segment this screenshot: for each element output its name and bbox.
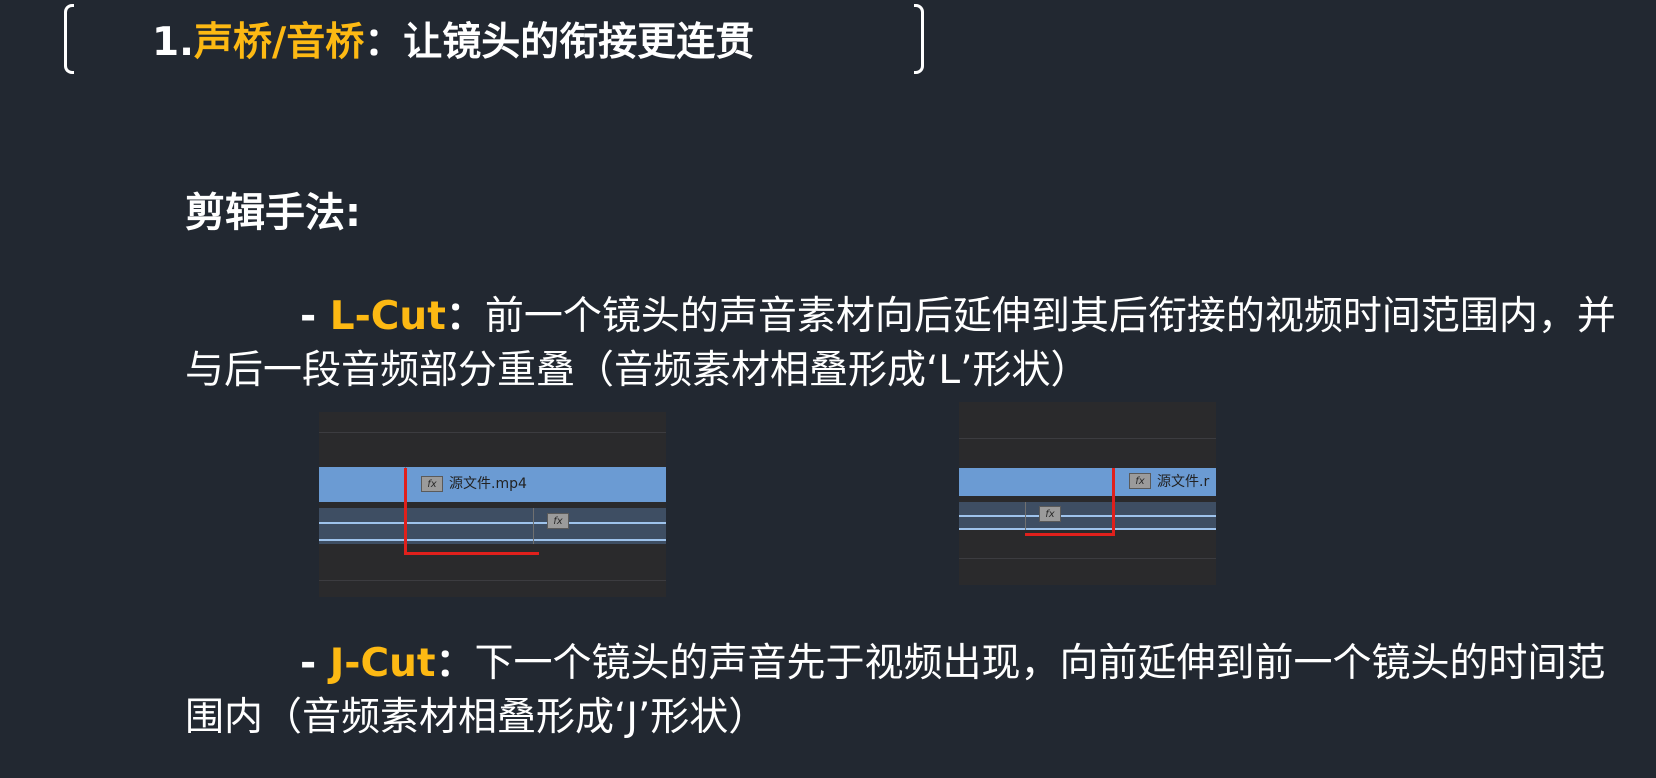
- video-clip[interactable]: fx 源文件.mp4: [319, 467, 666, 502]
- audio-waveform: [959, 528, 1216, 530]
- audio-waveform: [319, 539, 666, 541]
- audio-track[interactable]: [959, 502, 1216, 530]
- edit-marker-horizontal: [1025, 533, 1115, 536]
- title-banner: 1.声桥/音桥：让镜头的衔接更连贯: [64, 4, 924, 74]
- jcut-timeline-screenshot: fx 源文件.r fx: [959, 402, 1216, 585]
- jcut-name: J-Cut: [329, 641, 436, 686]
- fx-icon: fx: [1039, 506, 1061, 522]
- fx-icon: fx: [547, 513, 569, 529]
- lcut-dash: -: [300, 294, 330, 339]
- fx-icon: fx: [1129, 473, 1151, 489]
- lcut-colon: ：: [445, 294, 485, 339]
- audio-edit-point: [533, 508, 534, 544]
- jcut-colon: ：: [435, 641, 475, 686]
- video-clip[interactable]: fx 源文件.r: [959, 468, 1216, 496]
- fx-icon: fx: [421, 476, 443, 492]
- lcut-timeline-screenshot: fx 源文件.mp4 fx: [319, 412, 666, 597]
- track-divider: [319, 580, 666, 581]
- bracket-left: [64, 4, 74, 74]
- title-highlight: 声桥/音桥: [193, 20, 365, 65]
- clip-name: 源文件.mp4: [449, 476, 527, 492]
- audio-waveform: [319, 522, 666, 524]
- slide-title: 1.声桥/音桥：让镜头的衔接更连贯: [152, 11, 754, 67]
- jcut-dash: -: [300, 641, 330, 686]
- track-divider: [319, 432, 666, 433]
- lcut-name: L-Cut: [329, 294, 446, 339]
- jcut-paragraph: - J-Cut：下一个镜头的声音先于视频出现，向前延伸到前一个镜头的时间范围内（…: [185, 637, 1625, 745]
- clip-name: 源文件.r: [1157, 474, 1210, 490]
- edit-marker-vertical: [404, 468, 407, 554]
- title-number: 1.: [152, 20, 194, 65]
- audio-edit-point: [1025, 502, 1026, 530]
- edit-marker-vertical: [1112, 468, 1115, 536]
- track-divider: [959, 558, 1216, 559]
- audio-track[interactable]: [319, 508, 666, 544]
- method-heading: 剪辑手法:: [185, 190, 361, 236]
- title-rest: ：让镜头的衔接更连贯: [364, 20, 755, 65]
- lcut-paragraph: - L-Cut：前一个镜头的声音素材向后延伸到其后衔接的视频时间范围内，并与后一…: [185, 290, 1625, 398]
- track-divider: [959, 438, 1216, 439]
- audio-waveform: [959, 515, 1216, 517]
- bracket-right: [914, 4, 924, 74]
- edit-marker-horizontal: [404, 552, 539, 555]
